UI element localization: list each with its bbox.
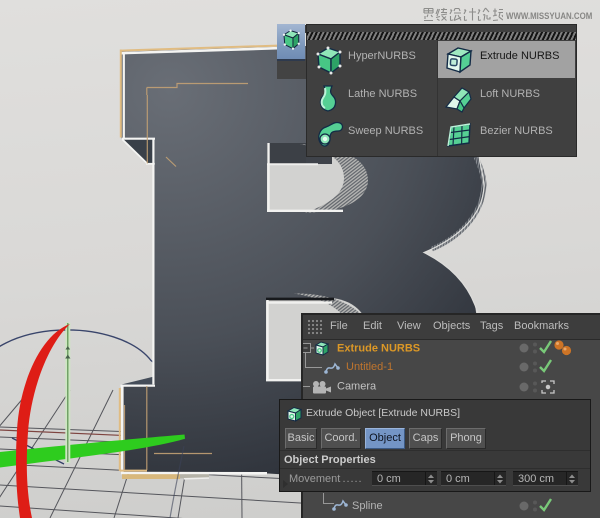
svg-text:Spline: Spline: [352, 500, 383, 512]
svg-text:Untitled-1: Untitled-1: [346, 361, 393, 373]
svg-text:Camera: Camera: [337, 381, 377, 393]
svg-text:Extrude NURBS: Extrude NURBS: [337, 343, 420, 355]
